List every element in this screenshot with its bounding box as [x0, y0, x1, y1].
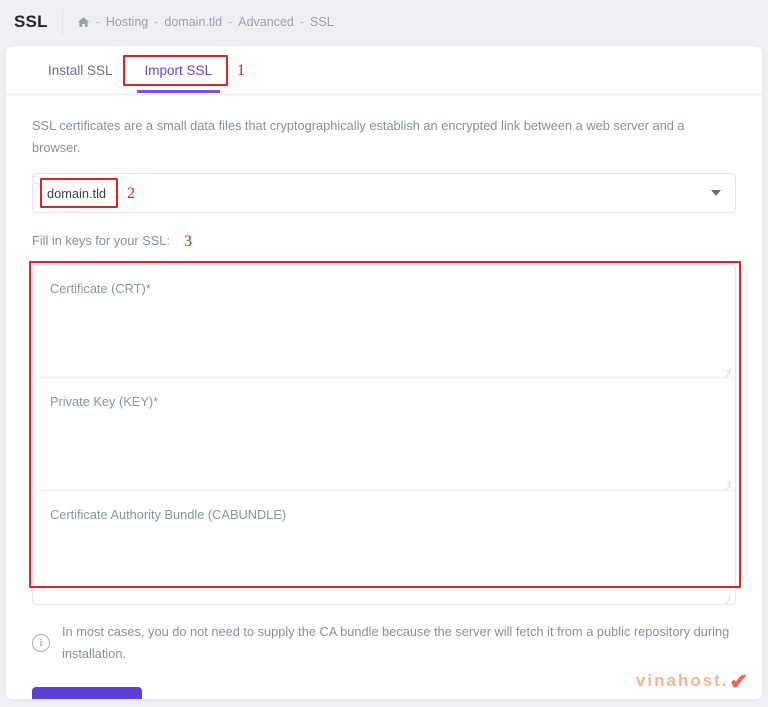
annotation-number-1: 1 — [237, 63, 245, 79]
content-card: Install SSL Import SSL 1 SSL certificate… — [5, 45, 763, 700]
ca-bundle-note: i In most cases, you do not need to supp… — [32, 621, 736, 665]
screen: SSL - Hosting - domain.tld - Advanced - … — [0, 0, 768, 707]
breadcrumb-separator-1: - — [154, 15, 158, 29]
annotation-number-3: 3 — [184, 234, 192, 250]
fill-keys-text: Fill in keys for your SSL: — [32, 233, 170, 248]
tab-install-ssl[interactable]: Install SSL — [32, 49, 129, 92]
ca-bundle-note-text: In most cases, you do not need to supply… — [62, 621, 736, 665]
breadcrumb-item-ssl[interactable]: SSL — [310, 15, 334, 29]
breadcrumb: - Hosting - domain.tld - Advanced - SSL — [77, 15, 334, 29]
breadcrumb-separator-0: - — [96, 15, 100, 29]
page-header: SSL - Hosting - domain.tld - Advanced - … — [0, 0, 768, 44]
header-divider — [62, 9, 63, 35]
home-icon[interactable] — [77, 16, 90, 29]
fill-keys-label: Fill in keys for your SSL: 3 — [32, 233, 170, 248]
info-circle-icon: i — [32, 634, 50, 652]
domain-select[interactable]: domain.tld — [32, 173, 736, 213]
cabundle-input[interactable] — [33, 491, 735, 604]
intro-description: SSL certificates are a small data files … — [32, 115, 732, 159]
certificate-crt-field[interactable]: Certificate (CRT)* — [33, 265, 735, 378]
breadcrumb-item-advanced[interactable]: Advanced — [238, 15, 294, 29]
cabundle-field[interactable]: Certificate Authority Bundle (CABUNDLE) — [33, 491, 735, 604]
tab-bar: Install SSL Import SSL 1 — [6, 46, 762, 95]
install-ssl-button[interactable]: Install SSL — [32, 687, 142, 700]
private-key-input[interactable] — [33, 378, 735, 490]
breadcrumb-item-hosting[interactable]: Hosting — [106, 15, 148, 29]
certificate-crt-input[interactable] — [33, 265, 735, 377]
chevron-down-icon — [711, 190, 721, 196]
card-body: SSL certificates are a small data files … — [6, 115, 762, 700]
ssl-key-fields: Certificate (CRT)* Private Key (KEY)* Ce… — [32, 264, 736, 605]
card-footer: Install SSL — [32, 687, 736, 700]
breadcrumb-item-domain[interactable]: domain.tld — [164, 15, 222, 29]
annotation-number-2: 2 — [127, 186, 135, 202]
domain-select-value: domain.tld — [47, 186, 106, 201]
vinahost-watermark: vinahost. ✔ — [636, 671, 748, 691]
check-icon: ✔ — [730, 673, 748, 691]
breadcrumb-separator-3: - — [300, 15, 304, 29]
tab-import-ssl[interactable]: Import SSL — [129, 49, 229, 92]
private-key-field[interactable]: Private Key (KEY)* — [33, 378, 735, 491]
page-title: SSL — [14, 12, 62, 32]
watermark-text: vinahost. — [636, 671, 729, 691]
breadcrumb-separator-2: - — [228, 15, 232, 29]
